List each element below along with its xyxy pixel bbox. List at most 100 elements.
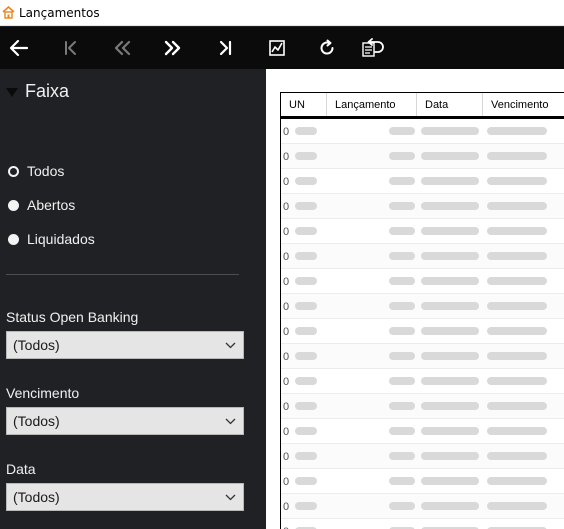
table-row[interactable]: 0 bbox=[281, 144, 564, 169]
redacted-cell bbox=[421, 227, 479, 235]
redacted-cell bbox=[295, 152, 317, 160]
redacted-cell bbox=[421, 427, 479, 435]
next-button[interactable] bbox=[160, 35, 186, 61]
redacted-cell bbox=[389, 452, 415, 460]
redacted-cell bbox=[295, 202, 317, 210]
last-record-button[interactable] bbox=[212, 35, 238, 61]
undo-report-button[interactable] bbox=[360, 35, 386, 61]
redacted-cell bbox=[421, 302, 479, 310]
skip-first-icon bbox=[65, 41, 76, 55]
table-row[interactable]: 0 bbox=[281, 419, 564, 444]
faixa-section-toggle[interactable]: Faixa bbox=[6, 81, 69, 102]
column-header-vencimento[interactable]: Vencimento bbox=[483, 93, 564, 116]
column-header-un[interactable]: UN bbox=[281, 93, 327, 116]
vencimento-label: Vencimento bbox=[6, 385, 80, 401]
table-row[interactable]: 0 bbox=[281, 294, 564, 319]
skip-last-icon bbox=[219, 40, 232, 56]
vencimento-select[interactable]: (Todos) bbox=[6, 407, 244, 435]
redacted-cell bbox=[389, 202, 415, 210]
redacted-cell bbox=[487, 352, 547, 360]
select-value: (Todos) bbox=[13, 413, 60, 429]
back-button[interactable] bbox=[6, 35, 32, 61]
redacted-cell bbox=[421, 277, 479, 285]
redacted-cell bbox=[389, 227, 415, 235]
table-row[interactable]: 0 bbox=[281, 319, 564, 344]
table-row[interactable]: 0 bbox=[281, 394, 564, 419]
title-bar: Lançamentos bbox=[0, 0, 564, 26]
redacted-cell bbox=[389, 427, 415, 435]
row-un-value: 0 bbox=[283, 326, 290, 338]
previous-button[interactable] bbox=[109, 35, 135, 61]
redacted-cell bbox=[487, 377, 547, 385]
redacted-cell bbox=[295, 427, 317, 435]
column-header-lancamento[interactable]: Lançamento bbox=[327, 93, 417, 116]
radio-liquidados[interactable]: Liquidados bbox=[8, 231, 95, 247]
redacted-cell bbox=[389, 177, 415, 185]
status-open-banking-select[interactable]: (Todos) bbox=[6, 331, 244, 359]
filter-sidebar: Faixa Todos Abertos Liquidados Status Op… bbox=[0, 69, 266, 529]
table-row[interactable]: 0 bbox=[281, 244, 564, 269]
redacted-cell bbox=[487, 152, 547, 160]
redacted-cell bbox=[295, 452, 317, 460]
table-row[interactable]: 0 bbox=[281, 444, 564, 469]
table-row[interactable]: 0 bbox=[281, 494, 564, 519]
redacted-cell bbox=[487, 127, 547, 135]
table-row[interactable]: 0 bbox=[281, 194, 564, 219]
redacted-cell bbox=[389, 502, 415, 510]
row-un-value: 0 bbox=[283, 451, 290, 463]
table-row[interactable]: 0 bbox=[281, 469, 564, 494]
row-un-value: 0 bbox=[283, 501, 290, 513]
table-row[interactable]: 0 bbox=[281, 219, 564, 244]
chevron-down-icon bbox=[223, 490, 237, 504]
table-row[interactable]: 0 bbox=[281, 369, 564, 394]
table-row[interactable]: 0 bbox=[281, 519, 564, 529]
data-label: Data bbox=[6, 461, 36, 477]
double-chevron-right-icon bbox=[164, 40, 181, 56]
redacted-cell bbox=[487, 452, 547, 460]
row-un-value: 0 bbox=[283, 151, 290, 163]
redacted-cell bbox=[487, 477, 547, 485]
table-row[interactable]: 0 bbox=[281, 119, 564, 144]
chevron-down-icon bbox=[223, 338, 237, 352]
grid-header: UN Lançamento Data Vencimento bbox=[281, 93, 564, 119]
redacted-cell bbox=[421, 402, 479, 410]
redacted-cell bbox=[487, 502, 547, 510]
redacted-cell bbox=[487, 327, 547, 335]
redacted-cell bbox=[389, 127, 415, 135]
lancamentos-grid[interactable]: UN Lançamento Data Vencimento 0 0 0 0 0 0 0 0 0 0… bbox=[280, 92, 564, 529]
table-row[interactable]: 0 bbox=[281, 344, 564, 369]
redacted-cell bbox=[421, 327, 479, 335]
redacted-cell bbox=[295, 327, 317, 335]
arrow-left-icon bbox=[9, 39, 29, 57]
radio-abertos[interactable]: Abertos bbox=[8, 197, 75, 213]
row-un-value: 0 bbox=[283, 201, 290, 213]
redacted-cell bbox=[487, 302, 547, 310]
table-row[interactable]: 0 bbox=[281, 269, 564, 294]
data-select[interactable]: (Todos) bbox=[6, 483, 244, 511]
redacted-cell bbox=[421, 127, 479, 135]
redacted-cell bbox=[295, 402, 317, 410]
redacted-cell bbox=[295, 502, 317, 510]
row-un-value: 0 bbox=[283, 226, 290, 238]
column-header-data[interactable]: Data bbox=[417, 93, 483, 116]
first-record-button[interactable] bbox=[58, 35, 84, 61]
radio-todos[interactable]: Todos bbox=[8, 163, 64, 179]
redacted-cell bbox=[389, 377, 415, 385]
table-row[interactable]: 0 bbox=[281, 169, 564, 194]
refresh-button[interactable] bbox=[314, 35, 340, 61]
redacted-cell bbox=[421, 477, 479, 485]
redacted-cell bbox=[421, 352, 479, 360]
redacted-cell bbox=[295, 227, 317, 235]
chart-icon bbox=[269, 40, 285, 56]
app-house-icon bbox=[1, 6, 15, 20]
redacted-cell bbox=[487, 252, 547, 260]
redacted-cell bbox=[295, 477, 317, 485]
chart-button[interactable] bbox=[264, 35, 290, 61]
row-un-value: 0 bbox=[283, 176, 290, 188]
window-title: Lançamentos bbox=[19, 5, 100, 20]
row-un-value: 0 bbox=[283, 426, 290, 438]
radio-label: Liquidados bbox=[27, 231, 95, 247]
radio-unselected-icon bbox=[8, 233, 19, 245]
row-un-value: 0 bbox=[283, 476, 290, 488]
caret-down-icon bbox=[6, 87, 18, 97]
